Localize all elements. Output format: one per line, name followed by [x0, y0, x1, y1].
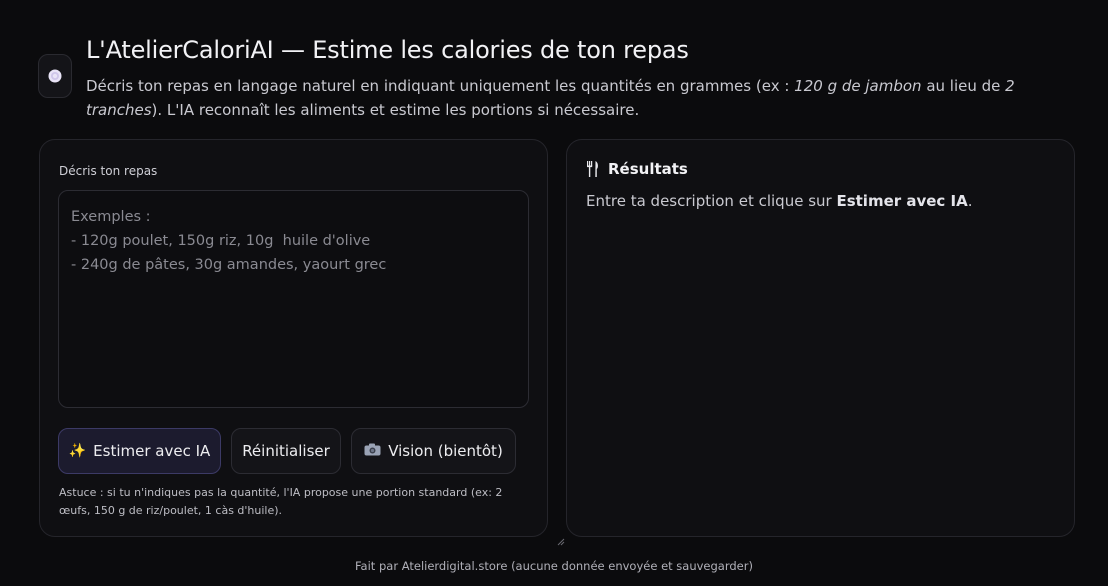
page-footer: Fait par Atelierdigital.store (aucune do… [355, 559, 753, 573]
reset-button[interactable]: Réinitialiser [231, 428, 341, 474]
vision-button-label: Vision (bientôt) [388, 442, 503, 460]
sparkles-icon: ✨ [68, 443, 87, 459]
resize-handle[interactable] [557, 538, 565, 546]
vision-button[interactable]: Vision (bientôt) [351, 428, 516, 474]
results-panel: Résultats Entre ta description et clique… [566, 139, 1075, 537]
subtitle-example: 120 g de jambon [794, 77, 922, 95]
meal-input-label: Décris ton repas [59, 164, 158, 178]
tip-text: Astuce : si tu n'indiques pas la quantit… [59, 486, 503, 517]
subtitle-text: ). L'IA reconnaît les aliments et estime… [151, 101, 640, 119]
estimate-button-label: Estimer avec IA [93, 442, 211, 460]
page-subtitle: Décris ton repas en langage naturel en i… [86, 74, 1066, 122]
meal-description-textarea[interactable]: Exemples : - 120g poulet, 150g riz, 10g … [58, 190, 529, 408]
meal-input-panel: Décris ton repas Exemples : - 120g poule… [39, 139, 565, 546]
subtitle-text: Décris ton repas en langage naturel en i… [86, 77, 795, 95]
camera-icon [364, 443, 381, 460]
plate-icon [38, 54, 72, 98]
fork-knife-icon [587, 161, 598, 177]
estimate-button[interactable]: ✨ Estimer avec IA [58, 428, 221, 474]
page-title: L'AtelierCaloriAI — Estime les calories … [86, 36, 689, 64]
results-heading: Résultats [586, 160, 688, 178]
results-title: Résultats [608, 160, 688, 178]
results-empty-text-end: . [967, 192, 973, 210]
results-empty-text: Entre ta description et clique sur [586, 192, 837, 210]
results-empty-message: Entre ta description et clique sur Estim… [586, 192, 973, 210]
results-empty-bold: Estimer avec IA [836, 192, 968, 210]
subtitle-text: au lieu de [921, 77, 1006, 95]
reset-button-label: Réinitialiser [242, 442, 330, 460]
